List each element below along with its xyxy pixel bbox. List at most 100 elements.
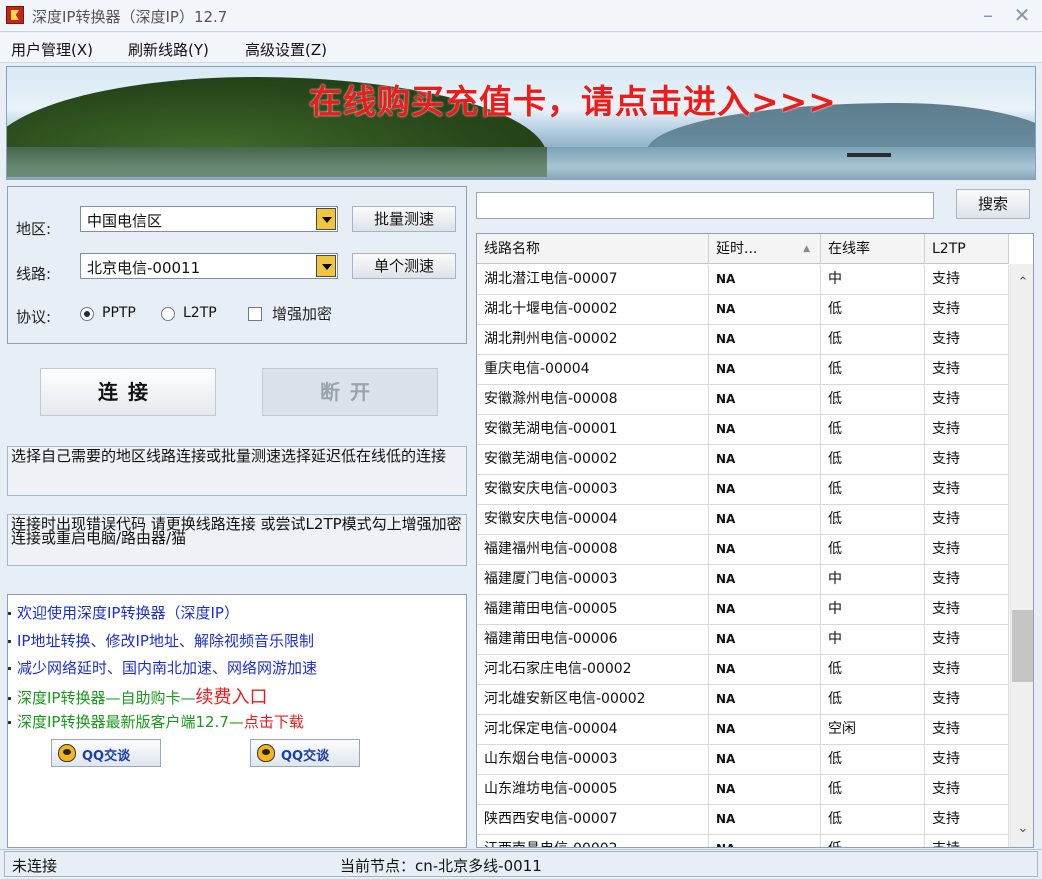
table-body: 湖北潜江电信-00007 NA 中支持 湖北十堰电信-00002 NA 低支持 湖北荆州电信… — [477, 265, 1009, 847]
table-row[interactable]: 重庆电信-00004 NA 低支持 — [477, 355, 1009, 385]
table-row[interactable]: 福建莆田电信-00005 NA 中支持 — [477, 595, 1009, 625]
encrypt-checkbox[interactable] — [248, 307, 262, 321]
table-row[interactable]: 山东烟台电信-00003 NA 低支持 — [477, 745, 1009, 775]
table-row[interactable]: 河北雄安新区电信-00002 NA 低支持 — [477, 685, 1009, 715]
single-test-button[interactable]: 单个测速 — [352, 253, 456, 279]
cell-l2tp: 支持 — [925, 745, 1009, 774]
search-input[interactable] — [476, 192, 934, 219]
line-select[interactable]: 北京电信-00011 — [80, 253, 338, 279]
cell-line-name: 福建莆田电信-00005 — [477, 595, 709, 624]
line-label: 线路: — [16, 265, 52, 283]
table-row[interactable]: 山东潍坊电信-00005 NA 低支持 — [477, 775, 1009, 805]
table-row[interactable]: 安徽安庆电信-00003 NA 低支持 — [477, 475, 1009, 505]
table-row[interactable]: 河北石家庄电信-00002 NA 低支持 — [477, 655, 1009, 685]
sort-asc-icon: ▲ — [803, 244, 810, 254]
notice-download[interactable]: 深度IP转换器最新版客户端12.7—点击下载 — [8, 711, 304, 732]
disconnect-button[interactable]: 断开 — [262, 368, 438, 416]
table-row[interactable]: 江西南昌电信-00002NA低支持 — [477, 835, 1009, 847]
table-row[interactable]: 福建福州电信-00008 NA 低支持 — [477, 535, 1009, 565]
cell-latency: NA — [709, 685, 821, 714]
cell-line-name: 河北保定电信-00004 — [477, 715, 709, 744]
col-online-rate[interactable]: 在线率 — [821, 234, 925, 264]
col-l2tp[interactable]: L2TP — [925, 234, 1009, 264]
col-line-name[interactable]: 线路名称 — [477, 234, 709, 264]
table-row[interactable]: 湖北荆州电信-00002 NA 低支持 — [477, 325, 1009, 355]
cell-l2tp: 支持 — [925, 565, 1009, 594]
cell-l2tp: 支持 — [925, 295, 1009, 324]
menu-advanced-settings[interactable]: 高级设置(Z) — [245, 39, 327, 60]
close-button[interactable]: ✕ — [1010, 3, 1034, 27]
pptp-radio[interactable] — [80, 307, 94, 321]
dropdown-arrow-icon[interactable] — [316, 255, 336, 277]
bullet-icon — [8, 667, 11, 670]
cell-latency: NA — [709, 325, 821, 354]
scroll-down-icon[interactable]: ⌄ — [1016, 822, 1030, 836]
region-select[interactable]: 中国电信区 — [80, 206, 338, 232]
cell-l2tp: 支持 — [925, 445, 1009, 474]
minimize-button[interactable]: – — [976, 3, 1000, 27]
qq-penguin-icon — [58, 744, 76, 762]
menu-refresh-lines[interactable]: 刷新线路(Y) — [128, 39, 209, 60]
table-row[interactable]: 安徽芜湖电信-00001 NA 低支持 — [477, 415, 1009, 445]
cell-latency: NA — [709, 655, 821, 684]
table-row[interactable]: 安徽芜湖电信-00002 NA 低支持 — [477, 445, 1009, 475]
cell-line-name: 安徽安庆电信-00004 — [477, 505, 709, 534]
scroll-thumb[interactable] — [1012, 610, 1033, 682]
qq-chat-button[interactable]: QQ交谈 — [51, 739, 161, 767]
cell-latency: NA — [709, 415, 821, 444]
bullet-icon — [8, 640, 11, 643]
cell-latency: NA — [709, 775, 821, 804]
download-link[interactable]: 点击下载 — [244, 713, 304, 731]
notice-buy-card[interactable]: 深度IP转换器—自助购卡—续费入口 — [8, 683, 267, 709]
renew-link[interactable]: 续费入口 — [195, 687, 267, 708]
boat-icon — [847, 153, 891, 157]
cell-line-name: 山东烟台电信-00003 — [477, 745, 709, 774]
banner-text[interactable]: 在线购买充值卡，请点击进入>>> — [309, 75, 837, 123]
cell-l2tp: 支持 — [925, 325, 1009, 354]
table-row[interactable]: 湖北潜江电信-00007 NA 中支持 — [477, 265, 1009, 295]
pptp-label: PPTP — [102, 305, 136, 321]
scroll-up-icon[interactable]: ⌃ — [1016, 276, 1030, 290]
promo-banner[interactable]: 在线购买充值卡，请点击进入>>> — [6, 66, 1036, 180]
table-row[interactable]: 安徽滁州电信-00008 NA 低支持 — [477, 385, 1009, 415]
cell-l2tp: 支持 — [925, 355, 1009, 384]
cell-line-name: 安徽安庆电信-00003 — [477, 475, 709, 504]
cell-line-name: 山东潍坊电信-00005 — [477, 775, 709, 804]
cell-l2tp: 支持 — [925, 835, 1009, 847]
cell-line-name: 湖北十堰电信-00002 — [477, 295, 709, 324]
search-button[interactable]: 搜索 — [956, 189, 1030, 219]
table-row[interactable]: 陕西西安电信-00007 NA 低支持 — [477, 805, 1009, 835]
table-row[interactable]: 福建莆田电信-00006 NA 中支持 — [477, 625, 1009, 655]
cell-l2tp: 支持 — [925, 505, 1009, 534]
bullet-icon — [8, 697, 11, 700]
dropdown-arrow-icon[interactable] — [316, 208, 336, 230]
l2tp-radio[interactable] — [161, 307, 175, 321]
cell-l2tp: 支持 — [925, 265, 1009, 294]
table-row[interactable]: 安徽安庆电信-00004 NA 低支持 — [477, 505, 1009, 535]
table-row[interactable]: 福建厦门电信-00003 NA 中支持 — [477, 565, 1009, 595]
cell-l2tp: 支持 — [925, 535, 1009, 564]
cell-latency: NA — [709, 505, 821, 534]
cell-online-rate: 低 — [821, 385, 925, 414]
hint-box-1: 选择自己需要的地区线路连接或批量测速选择延迟低在线低的连接 — [7, 446, 467, 496]
cell-line-name: 安徽芜湖电信-00001 — [477, 415, 709, 444]
cell-online-rate: 低 — [821, 475, 925, 504]
cell-line-name: 安徽芜湖电信-00002 — [477, 445, 709, 474]
qq-chat-button-2[interactable]: QQ交谈 — [250, 739, 360, 767]
batch-test-button[interactable]: 批量测速 — [352, 206, 456, 232]
menu-user-management[interactable]: 用户管理(X) — [11, 39, 93, 60]
notice-welcome: 欢迎使用深度IP转换器（深度IP） — [8, 602, 239, 623]
vertical-scrollbar[interactable]: ⌃ ⌄ — [1010, 264, 1033, 847]
cell-line-name: 重庆电信-00004 — [477, 355, 709, 384]
cell-online-rate: 低 — [821, 805, 925, 834]
col-latency[interactable]: 延时... ▲ — [709, 234, 821, 264]
cell-line-name: 陕西西安电信-00007 — [477, 805, 709, 834]
cell-online-rate: 低 — [821, 325, 925, 354]
connect-button[interactable]: 连接 — [40, 368, 216, 416]
cell-l2tp: 支持 — [925, 625, 1009, 654]
cell-online-rate: 低 — [821, 355, 925, 384]
cell-l2tp: 支持 — [925, 805, 1009, 834]
table-row[interactable]: 河北保定电信-00004 NA 空闲 支持 — [477, 715, 1009, 745]
cell-online-rate: 低 — [821, 505, 925, 534]
table-row[interactable]: 湖北十堰电信-00002 NA 低支持 — [477, 295, 1009, 325]
